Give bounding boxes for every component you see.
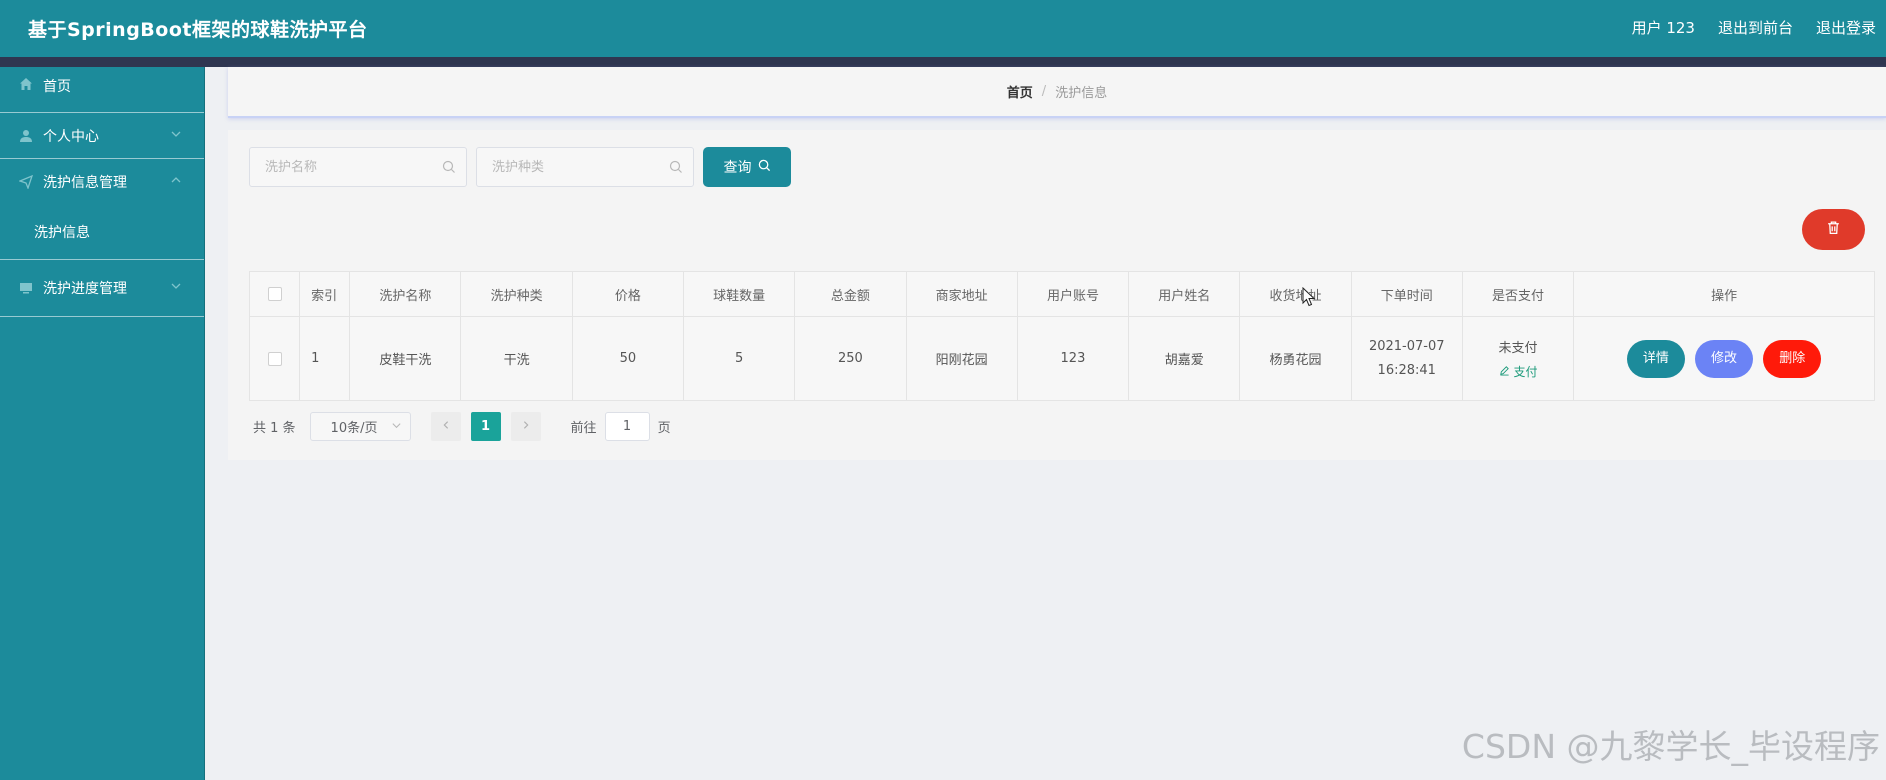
column-header: 用户账号 (1016, 271, 1130, 317)
breadcrumb-current: 洗护信息 (1055, 86, 1108, 101)
column-header: 操作 (1573, 271, 1875, 317)
chevron-right-icon (521, 419, 531, 434)
user-label[interactable]: 用户 123 (1632, 17, 1695, 38)
edit-icon (1499, 365, 1510, 379)
page-size-value: 10条/页 (330, 421, 378, 436)
breadcrumb-separator: / (1041, 84, 1047, 99)
order-time: 16:28:41 (1377, 362, 1436, 378)
column-header: 是否支付 (1461, 271, 1575, 317)
column-header: 收货地址 (1239, 271, 1352, 317)
logout-link[interactable]: 退出登录 (1816, 17, 1876, 38)
wash-name-input[interactable] (250, 148, 466, 186)
header-divider (0, 57, 1886, 67)
page-size-select[interactable]: 10条/页 (309, 412, 411, 441)
sidebar-item-label: 洗护进度管理 (43, 281, 127, 297)
breadcrumb: 首页 / 洗护信息 (228, 67, 1886, 118)
wash-name-search (249, 147, 467, 187)
cell-wash-type: 干洗 (460, 316, 573, 401)
column-header: 球鞋数量 (683, 271, 796, 317)
cell-quantity: 5 (683, 316, 796, 401)
cell-merchant-address: 阳刚花园 (905, 316, 1018, 401)
mouse-cursor-icon (1302, 286, 1316, 307)
cell-delivery-address: 杨勇花园 (1239, 316, 1352, 401)
cell-user-name: 胡嘉爱 (1128, 316, 1241, 401)
watermark: CSDN @九黎学长_毕设程序 (1461, 727, 1880, 766)
cell-wash-name: 皮鞋干洗 (349, 316, 462, 401)
goto-label: 前往 (570, 421, 597, 436)
row-select-cell (248, 316, 301, 401)
sidebar: 首页 个人中心 洗护信息管理 洗护信息 洗护进度管理 (0, 67, 205, 780)
table-header-row: 索引 洗护名称 洗护种类 价格 球鞋数量 总金额 商家地址 用户账号 用户姓名 … (248, 271, 1875, 317)
cell-price: 50 (571, 316, 685, 401)
detail-button[interactable]: 详情 (1626, 339, 1685, 378)
next-page-button[interactable] (510, 412, 541, 441)
home-icon (18, 76, 34, 92)
chevron-up-icon (170, 174, 182, 189)
sidebar-subitem-label: 洗护信息 (34, 225, 90, 241)
row-checkbox[interactable] (267, 351, 282, 366)
user-icon (18, 128, 34, 144)
delete-button[interactable]: 删除 (1763, 339, 1822, 378)
column-header: 商家地址 (905, 271, 1018, 317)
back-to-front-link[interactable]: 退出到前台 (1718, 17, 1793, 38)
sidebar-item-wash-info[interactable]: 洗护信息 (0, 205, 204, 260)
page-unit-label: 页 (657, 421, 671, 436)
cell-total: 250 (794, 316, 907, 401)
column-header: 洗护名称 (349, 271, 462, 317)
pagination-total: 共 1 条 (253, 421, 296, 436)
order-date: 2021-07-07 (1368, 338, 1445, 354)
sidebar-item-wash-progress-management[interactable]: 洗护进度管理 (0, 260, 204, 317)
send-icon (18, 174, 34, 190)
prev-page-button[interactable] (430, 412, 461, 441)
sidebar-item-wash-info-management[interactable]: 洗护信息管理 (0, 159, 204, 205)
search-icon (669, 160, 683, 174)
page-number-current[interactable]: 1 (470, 412, 501, 441)
pay-label: 支付 (1513, 365, 1538, 379)
sidebar-item-label: 首页 (43, 79, 71, 95)
sidebar-item-home[interactable]: 首页 (0, 67, 204, 113)
cell-account: 123 (1016, 316, 1130, 401)
pay-button[interactable]: 支付 (1499, 363, 1538, 380)
chevron-down-icon (391, 420, 402, 434)
chevron-left-icon (441, 419, 451, 434)
column-header: 索引 (299, 271, 351, 317)
column-header: 下单时间 (1350, 271, 1463, 317)
wash-type-input[interactable] (477, 148, 693, 186)
cell-paid-status: 未支付 支付 (1461, 316, 1575, 401)
sidebar-item-label: 洗护信息管理 (43, 175, 127, 191)
sidebar-item-personal-center[interactable]: 个人中心 (0, 113, 204, 159)
column-header: 洗护种类 (460, 271, 573, 317)
pagination: 共 1 条 10条/页 1 前往 1 页 (253, 412, 671, 441)
cell-actions: 详情 修改 删除 (1573, 316, 1875, 401)
chevron-down-icon (170, 128, 182, 143)
column-header: 用户姓名 (1128, 271, 1241, 317)
wash-type-search (476, 147, 694, 187)
top-bar-actions: 用户 123 退出到前台 退出登录 (1632, 17, 1876, 38)
select-all-checkbox[interactable] (267, 287, 282, 301)
select-all-cell (248, 271, 301, 317)
goto-page-input[interactable]: 1 (604, 412, 650, 441)
trash-icon (1826, 220, 1841, 239)
search-icon (442, 160, 456, 174)
breadcrumb-home[interactable]: 首页 (1007, 82, 1033, 101)
wash-info-table: 索引 洗护名称 洗护种类 价格 球鞋数量 总金额 商家地址 用户账号 用户姓名 … (248, 271, 1875, 401)
sidebar-item-label: 个人中心 (43, 128, 99, 145)
edit-button[interactable]: 修改 (1695, 339, 1754, 378)
table-row: 1 皮鞋干洗 干洗 50 5 250 阳刚花园 123 胡嘉爱 杨勇花园 202… (248, 316, 1875, 401)
cell-order-time: 2021-07-07 16:28:41 (1350, 316, 1463, 401)
app-title: 基于SpringBoot框架的球鞋洗护平台 (28, 19, 368, 41)
paid-status-text: 未支付 (1498, 341, 1538, 356)
monitor-icon (18, 280, 34, 296)
cell-index: 1 (299, 316, 351, 401)
top-bar: 基于SpringBoot框架的球鞋洗护平台 用户 123 退出到前台 退出登录 (0, 0, 1886, 57)
query-button-label: 查询 (723, 160, 752, 176)
query-button[interactable]: 查询 (703, 147, 791, 187)
column-header: 总金额 (794, 271, 907, 317)
column-header: 价格 (571, 271, 685, 317)
search-icon (758, 159, 771, 176)
chevron-down-icon (170, 280, 182, 295)
bulk-delete-button[interactable] (1802, 209, 1865, 250)
